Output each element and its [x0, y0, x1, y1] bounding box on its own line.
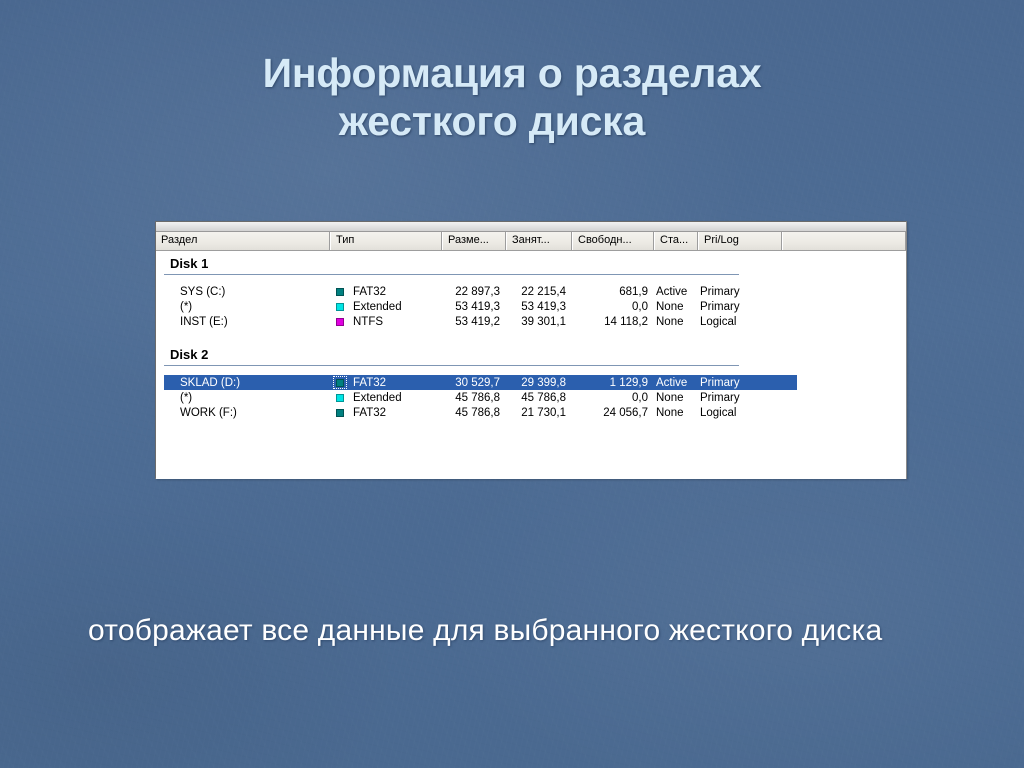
partition-type-label: NTFS — [353, 315, 384, 328]
table-row[interactable]: (*) Extended 45 786,8 45 786,8 0,0 None Primar… — [164, 390, 797, 405]
table-row[interactable]: SKLAD (D:) FAT32 30 529,7 29 399,8 1 129,9 Ac… — [164, 375, 797, 390]
column-header-razdel[interactable]: Раздел — [156, 232, 330, 250]
table-row[interactable]: WORK (F:) FAT32 45 786,8 21 730,1 24 056,7 No… — [164, 405, 797, 420]
disk-group-heading: Disk 1 — [170, 256, 209, 271]
slide-caption: отображает все данные для выбранного жес… — [88, 614, 883, 647]
cell-prilog: Primary — [700, 285, 740, 298]
cell-partition-name: INST (E:) — [180, 315, 228, 328]
table-row[interactable]: INST (E:) NTFS 53 419,2 39 301,1 14 118,2 Non… — [164, 314, 797, 329]
cell-used: 22 215,4 — [521, 285, 566, 298]
page-title: Информация о разделах жесткого диска — [70, 50, 954, 145]
cell-status: None — [656, 300, 684, 313]
cell-partition-type: Extended — [330, 300, 442, 313]
cell-status: Active — [656, 285, 688, 298]
cell-size: 22 897,3 — [455, 285, 500, 298]
column-header-razmer[interactable]: Разме... — [442, 232, 506, 250]
color-swatch-icon — [333, 391, 347, 404]
cell-size: 45 786,8 — [455, 406, 500, 419]
column-header-tip[interactable]: Тип — [330, 232, 442, 250]
color-swatch-icon — [333, 315, 347, 328]
swatch-fill — [336, 317, 344, 326]
cell-used: 45 786,8 — [521, 391, 566, 404]
cell-status: None — [656, 406, 684, 419]
cell-used: 29 399,8 — [521, 376, 566, 389]
cell-used: 39 301,1 — [521, 315, 566, 328]
column-header-prilog[interactable]: Pri/Log — [698, 232, 782, 250]
swatch-fill — [336, 393, 344, 402]
grid-header-row: Раздел Тип Разме... Занят... Свободн... Ста..… — [156, 232, 906, 251]
cell-used: 53 419,3 — [521, 300, 566, 313]
cell-partition-type: Extended — [330, 391, 442, 404]
cell-free: 24 056,7 — [603, 406, 648, 419]
swatch-fill — [336, 378, 344, 387]
cell-partition-type: FAT32 — [330, 285, 442, 298]
cell-partition-name: (*) — [180, 300, 193, 313]
cell-partition-type: FAT32 — [330, 406, 442, 419]
color-swatch-icon — [333, 300, 347, 313]
color-swatch-icon — [333, 406, 347, 419]
partition-type-label: FAT32 — [353, 285, 387, 298]
cell-size: 45 786,8 — [455, 391, 500, 404]
grid-body: Disk 1 SYS (C:) FAT32 22 897,3 22 215,4 681,9… — [156, 251, 906, 479]
page-title-line-1: Информация о разделах — [262, 50, 762, 96]
cell-free: 1 129,9 — [609, 376, 648, 389]
window-top-strip — [156, 222, 906, 232]
cell-size: 53 419,3 — [455, 300, 500, 313]
cell-prilog: Primary — [700, 376, 740, 389]
column-header-empty[interactable] — [782, 232, 906, 250]
cell-free: 0,0 — [632, 391, 648, 404]
partition-type-label: Extended — [353, 391, 402, 404]
cell-status: None — [656, 315, 684, 328]
cell-used: 21 730,1 — [521, 406, 566, 419]
partition-type-label: FAT32 — [353, 406, 387, 419]
cell-prilog: Logical — [700, 406, 737, 419]
column-header-svobodn[interactable]: Свободн... — [572, 232, 654, 250]
swatch-fill — [336, 302, 344, 311]
cell-free: 14 118,2 — [604, 315, 648, 328]
page-title-line-2: жесткого диска — [338, 97, 646, 144]
column-header-zanyat[interactable]: Занят... — [506, 232, 572, 250]
cell-partition-name: SKLAD (D:) — [180, 376, 241, 389]
partition-type-label: Extended — [353, 300, 402, 313]
cell-prilog: Primary — [700, 391, 740, 404]
cell-partition-type: NTFS — [330, 315, 442, 328]
table-row[interactable]: (*) Extended 53 419,3 53 419,3 0,0 None Primar… — [164, 299, 797, 314]
disk-group-heading: Disk 2 — [170, 347, 209, 362]
cell-status: None — [656, 391, 684, 404]
table-row[interactable]: SYS (C:) FAT32 22 897,3 22 215,4 681,9 Active… — [164, 284, 797, 299]
swatch-fill — [336, 408, 344, 417]
cell-size: 30 529,7 — [455, 376, 500, 389]
cell-partition-name: (*) — [180, 391, 193, 404]
column-header-sta[interactable]: Ста... — [654, 232, 698, 250]
partition-type-label: FAT32 — [353, 376, 387, 389]
cell-partition-name: SYS (C:) — [180, 285, 226, 298]
cell-partition-type: FAT32 — [330, 376, 442, 389]
cell-free: 0,0 — [632, 300, 648, 313]
color-swatch-icon — [333, 376, 347, 389]
cell-status: Active — [656, 376, 688, 389]
cell-free: 681,9 — [619, 285, 648, 298]
swatch-fill — [336, 287, 344, 296]
cell-prilog: Primary — [700, 300, 740, 313]
cell-partition-name: WORK (F:) — [180, 406, 237, 419]
cell-prilog: Logical — [700, 315, 737, 328]
partition-info-window: Раздел Тип Разме... Занят... Свободн... Ста..… — [155, 221, 907, 479]
color-swatch-icon — [333, 285, 347, 298]
cell-size: 53 419,2 — [455, 315, 500, 328]
